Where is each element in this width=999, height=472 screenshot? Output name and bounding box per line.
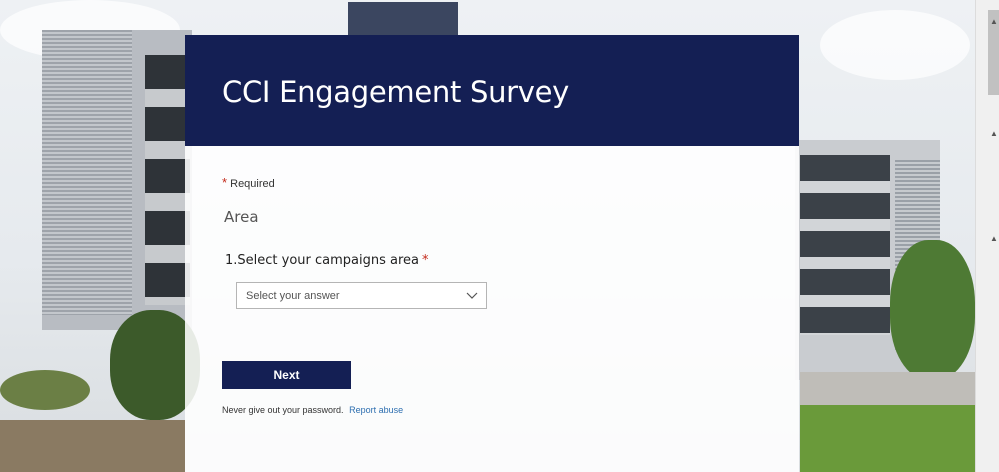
fence	[800, 372, 975, 408]
scroll-up-arrow-icon[interactable]: ▲	[990, 130, 998, 138]
dropdown-placeholder: Select your answer	[246, 290, 340, 302]
form-card: CCI Engagement Survey * Required Area 1.…	[185, 35, 799, 472]
stone-wall	[0, 420, 185, 472]
question-label: Select your campaigns area	[237, 253, 419, 268]
next-button[interactable]: Next	[222, 361, 351, 389]
question-1: 1.Select your campaigns area *	[225, 253, 429, 268]
lawn	[800, 405, 975, 472]
campaign-area-dropdown[interactable]: Select your answer	[236, 282, 487, 309]
required-label: Required	[230, 178, 275, 190]
tree	[890, 240, 975, 380]
password-warning: Never give out your password.	[222, 405, 344, 415]
building-louvers	[42, 30, 132, 315]
scroll-up-arrow-icon[interactable]: ▲	[990, 235, 998, 243]
palm-tree	[0, 370, 90, 410]
building-right-windows	[800, 155, 890, 335]
building-windows	[145, 55, 190, 305]
question-required-asterisk: *	[422, 253, 429, 268]
section-title: Area	[224, 208, 259, 226]
cloud	[820, 10, 970, 80]
form-title: CCI Engagement Survey	[222, 75, 570, 109]
report-abuse-link[interactable]: Report abuse	[349, 405, 403, 415]
required-note: * Required	[222, 175, 275, 190]
form-header: CCI Engagement Survey	[185, 35, 799, 146]
form-footer: Never give out your password. Report abu…	[222, 405, 403, 415]
scroll-up-arrow-icon[interactable]: ▲	[990, 18, 998, 26]
chevron-down-icon	[466, 292, 478, 299]
question-number: 1.	[225, 253, 238, 268]
required-asterisk: *	[222, 175, 228, 190]
